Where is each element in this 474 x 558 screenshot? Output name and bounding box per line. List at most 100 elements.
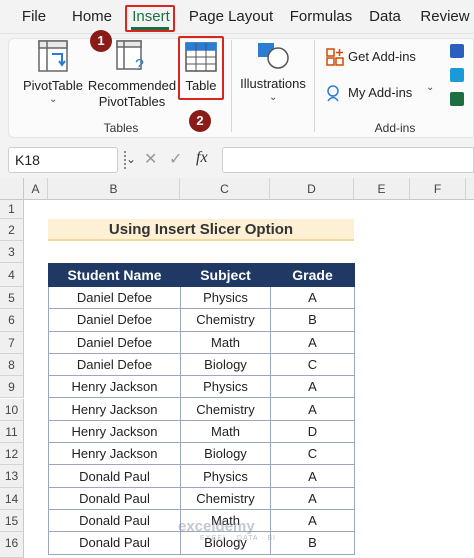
column-header-e[interactable]: E bbox=[354, 178, 410, 200]
step-badge-2: 2 bbox=[189, 110, 211, 132]
table-row: Henry Jackson Chemistry A bbox=[48, 397, 355, 421]
select-all-corner[interactable] bbox=[0, 178, 24, 200]
row-header-5[interactable]: 5 bbox=[0, 287, 24, 310]
chevron-down-icon: ⌄ bbox=[426, 82, 435, 93]
row-header-1[interactable]: 1 bbox=[0, 200, 24, 219]
recommended-label-line1: Recommended bbox=[87, 78, 177, 93]
grade-cell[interactable]: D bbox=[270, 419, 355, 444]
enter-icon[interactable]: ✓ bbox=[169, 149, 182, 169]
grade-cell[interactable]: A bbox=[270, 375, 355, 399]
table-header-row: Student Name Subject Grade bbox=[48, 263, 355, 287]
my-addins-button[interactable]: My Add-ins ⌄ bbox=[326, 82, 438, 104]
subject-cell[interactable]: Biology bbox=[180, 352, 271, 377]
cancel-icon[interactable]: ✕ bbox=[144, 149, 157, 169]
row-header-12[interactable]: 12 bbox=[0, 443, 24, 466]
subject-cell[interactable]: Biology bbox=[180, 442, 271, 466]
people-graph-icon[interactable] bbox=[450, 92, 464, 106]
table-row: Henry Jackson Biology C bbox=[48, 442, 355, 466]
table-row: Daniel Defoe Math A bbox=[48, 330, 355, 354]
name-box[interactable]: K18 bbox=[8, 147, 118, 173]
grade-cell[interactable]: A bbox=[270, 397, 355, 421]
row-header-9[interactable]: 9 bbox=[0, 376, 24, 399]
grade-cell[interactable]: A bbox=[270, 330, 355, 354]
table-row: Donald Paul Physics A bbox=[48, 464, 355, 488]
grade-cell[interactable]: A bbox=[270, 508, 355, 533]
pivottable-button[interactable]: PivotTable ⌄ bbox=[18, 38, 88, 114]
grade-cell[interactable]: A bbox=[270, 285, 355, 310]
tab-file[interactable]: File bbox=[14, 0, 54, 34]
student-name-cell[interactable]: Daniel Defoe bbox=[48, 330, 181, 354]
row-header-8[interactable]: 8 bbox=[0, 353, 24, 377]
student-name-cell[interactable]: Henry Jackson bbox=[48, 419, 181, 444]
table-row: Daniel Defoe Biology C bbox=[48, 352, 355, 377]
visio-icon[interactable] bbox=[450, 44, 464, 58]
column-header-c[interactable]: C bbox=[180, 178, 270, 200]
grade-cell[interactable]: B bbox=[270, 308, 355, 332]
subject-cell[interactable]: Physics bbox=[180, 285, 271, 310]
student-grades-table: Student Name Subject Grade Daniel Defoe P… bbox=[48, 263, 355, 555]
get-addins-button[interactable]: Get Add-ins bbox=[326, 46, 426, 68]
student-name-cell[interactable]: Donald Paul bbox=[48, 508, 181, 533]
insert-function-icon[interactable]: fx bbox=[196, 149, 208, 167]
student-name-cell[interactable]: Donald Paul bbox=[48, 531, 181, 555]
bing-maps-icon[interactable] bbox=[450, 68, 464, 82]
subject-cell[interactable]: Chemistry bbox=[180, 486, 271, 510]
subject-cell[interactable]: Physics bbox=[180, 375, 271, 399]
tab-page-layout[interactable]: Page Layout bbox=[186, 0, 276, 34]
grade-cell[interactable]: A bbox=[270, 464, 355, 488]
grade-cell[interactable]: B bbox=[270, 531, 355, 555]
row-header-15[interactable]: 15 bbox=[0, 510, 24, 533]
row-header-7[interactable]: 7 bbox=[0, 331, 24, 354]
row-header-13[interactable]: 13 bbox=[0, 465, 24, 488]
formula-input[interactable] bbox=[222, 147, 474, 173]
tab-data[interactable]: Data bbox=[366, 0, 404, 34]
menu-bar: File Home Insert Page Layout Formulas Da… bbox=[0, 0, 474, 34]
tab-review[interactable]: Review bbox=[416, 0, 474, 34]
row-header-2[interactable]: 2 bbox=[0, 219, 24, 241]
column-header-b[interactable]: B bbox=[48, 178, 180, 200]
header-grade[interactable]: Grade bbox=[270, 263, 355, 287]
header-subject[interactable]: Subject bbox=[180, 263, 271, 287]
insert-tab-highlight bbox=[125, 5, 175, 32]
pivottable-icon bbox=[38, 40, 68, 72]
table-row: Daniel Defoe Chemistry B bbox=[48, 308, 355, 332]
column-header-a[interactable]: A bbox=[24, 178, 48, 200]
student-name-cell[interactable]: Daniel Defoe bbox=[48, 308, 181, 332]
row-header-16[interactable]: 16 bbox=[0, 532, 24, 558]
name-box-dropdown-icon[interactable]: ⌄ bbox=[126, 152, 136, 166]
subject-cell[interactable]: Chemistry bbox=[180, 397, 271, 421]
student-name-cell[interactable]: Henry Jackson bbox=[48, 375, 181, 399]
svg-text:?: ? bbox=[135, 57, 144, 72]
grade-cell[interactable]: C bbox=[270, 352, 355, 377]
column-header-partial bbox=[466, 178, 474, 200]
recommended-label-line2: PivotTables bbox=[98, 94, 166, 109]
tab-home[interactable]: Home bbox=[66, 0, 118, 34]
row-header-11[interactable]: 11 bbox=[0, 420, 24, 444]
row-header-6[interactable]: 6 bbox=[0, 309, 24, 332]
formula-bar: K18 ⌄ ✕ ✓ fx bbox=[0, 142, 474, 178]
formula-bar-grip[interactable] bbox=[124, 151, 127, 169]
illustrations-button[interactable]: Illustrations ⌄ bbox=[236, 38, 310, 114]
subject-cell[interactable]: Math bbox=[180, 419, 271, 444]
grade-cell[interactable]: A bbox=[270, 486, 355, 510]
student-name-cell[interactable]: Henry Jackson bbox=[48, 397, 181, 421]
subject-cell[interactable]: Physics bbox=[180, 464, 271, 488]
row-header-14[interactable]: 14 bbox=[0, 487, 24, 510]
tab-formulas[interactable]: Formulas bbox=[286, 0, 356, 34]
sheet-title[interactable]: Using Insert Slicer Option bbox=[48, 219, 354, 241]
student-name-cell[interactable]: Henry Jackson bbox=[48, 442, 181, 466]
student-name-cell[interactable]: Daniel Defoe bbox=[48, 352, 181, 377]
column-header-f[interactable]: F bbox=[410, 178, 466, 200]
row-header-4[interactable]: 4 bbox=[0, 263, 24, 287]
illustrations-icon bbox=[258, 43, 289, 69]
column-header-d[interactable]: D bbox=[270, 178, 354, 200]
header-student-name[interactable]: Student Name bbox=[48, 263, 181, 287]
grade-cell[interactable]: C bbox=[270, 442, 355, 466]
student-name-cell[interactable]: Donald Paul bbox=[48, 464, 181, 488]
subject-cell[interactable]: Math bbox=[180, 330, 271, 354]
row-header-3[interactable]: 3 bbox=[0, 241, 24, 263]
student-name-cell[interactable]: Donald Paul bbox=[48, 486, 181, 510]
row-header-10[interactable]: 10 bbox=[0, 398, 24, 421]
subject-cell[interactable]: Chemistry bbox=[180, 308, 271, 332]
student-name-cell[interactable]: Daniel Defoe bbox=[48, 285, 181, 310]
